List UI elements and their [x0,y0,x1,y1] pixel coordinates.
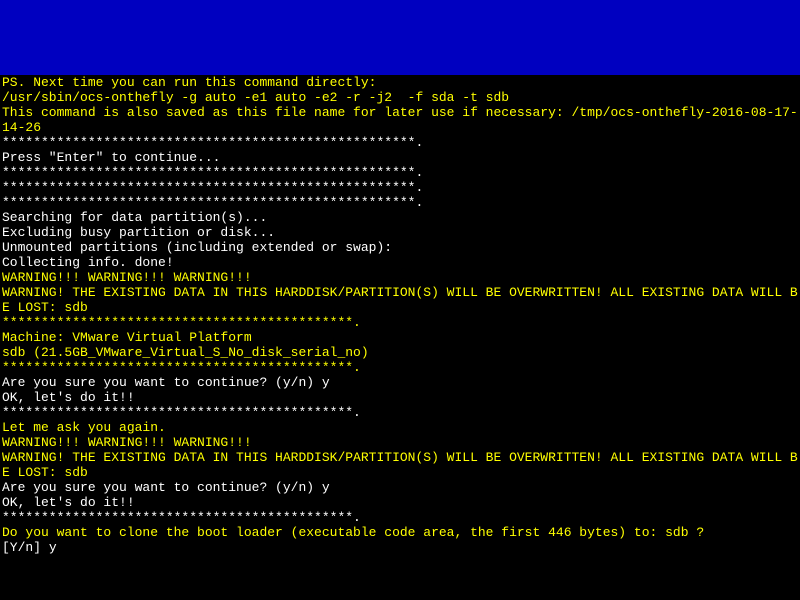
separator: ****************************************… [2,510,798,525]
header-blue-bar [0,0,800,75]
confirm-question: Are you sure you want to continue? (y/n)… [2,480,798,495]
ask-again: Let me ask you again. [2,420,798,435]
prompt-prefix: [Y/n] [2,540,49,555]
disk-info-line: sdb (21.5GB_VMware_Virtual_S_No_disk_ser… [2,345,798,360]
separator: ****************************************… [2,165,798,180]
terminal-output[interactable]: PS. Next time you can run this command d… [0,75,800,555]
confirm-question: Are you sure you want to continue? (y/n)… [2,375,798,390]
prompt-answer[interactable]: y [49,540,57,555]
ok-doit: OK, let's do it!! [2,390,798,405]
unmounted-line: Unmounted partitions (including extended… [2,240,798,255]
warning-overwrite: WARNING! THE EXISTING DATA IN THIS HARDD… [2,450,798,480]
separator: ****************************************… [2,405,798,420]
ps-hint-line: PS. Next time you can run this command d… [2,75,798,90]
excluding-line: Excluding busy partition or disk... [2,225,798,240]
machine-line: Machine: VMware Virtual Platform [2,330,798,345]
separator: ****************************************… [2,180,798,195]
separator: ****************************************… [2,195,798,210]
saved-file-line: This command is also saved as this file … [2,105,798,135]
press-enter-prompt: Press "Enter" to continue... [2,150,798,165]
command-line: /usr/sbin/ocs-onthefly -g auto -e1 auto … [2,90,798,105]
ok-doit: OK, let's do it!! [2,495,798,510]
clone-bootloader-question: Do you want to clone the boot loader (ex… [2,525,798,540]
warning-triple: WARNING!!! WARNING!!! WARNING!!! [2,270,798,285]
prompt-line[interactable]: [Y/n] y [2,540,798,555]
separator: ****************************************… [2,315,798,330]
warning-triple: WARNING!!! WARNING!!! WARNING!!! [2,435,798,450]
separator: ****************************************… [2,360,798,375]
separator: ****************************************… [2,135,798,150]
warning-overwrite: WARNING! THE EXISTING DATA IN THIS HARDD… [2,285,798,315]
searching-line: Searching for data partition(s)... [2,210,798,225]
collecting-line: Collecting info. done! [2,255,798,270]
